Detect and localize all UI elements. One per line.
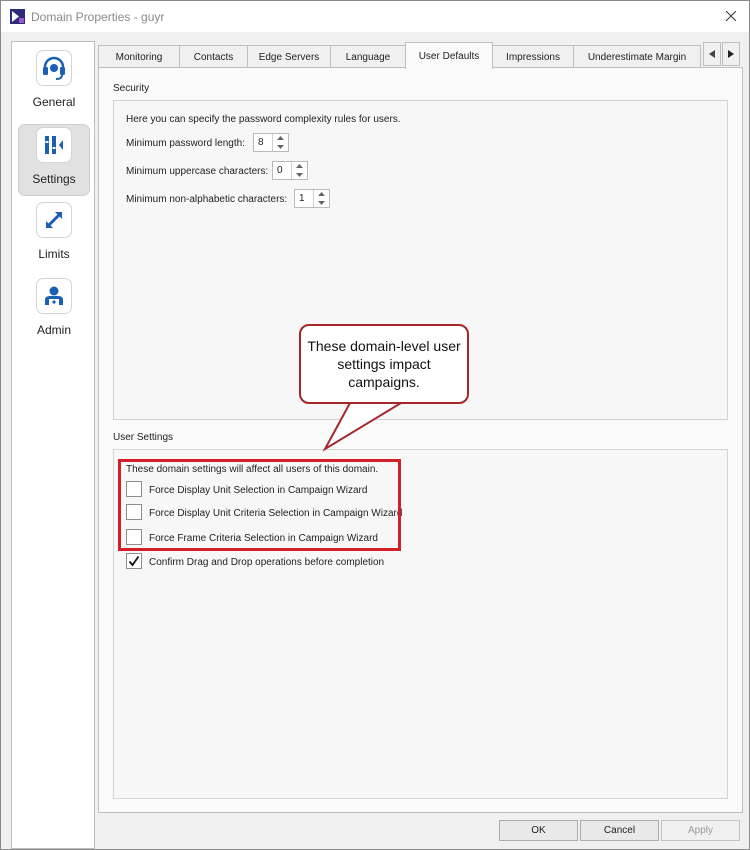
spin-down-button[interactable]	[273, 143, 288, 152]
tab-language[interactable]: Language	[330, 45, 406, 68]
apply-button[interactable]: Apply	[661, 820, 740, 841]
window-title: Domain Properties - guyr	[31, 10, 165, 24]
tab-scroll-right-button[interactable]	[722, 42, 740, 66]
spinner-value: 1	[299, 193, 305, 204]
tab-edge-servers[interactable]: Edge Servers	[247, 45, 331, 68]
tab-user-defaults[interactable]: User Defaults	[405, 42, 493, 69]
tab-label: Underestimate Margin	[587, 51, 687, 63]
headset-icon	[36, 50, 72, 86]
caret-down-icon	[296, 172, 303, 177]
nav-item-settings[interactable]: Settings	[18, 124, 90, 196]
min-uppercase-label: Minimum uppercase characters:	[126, 166, 269, 177]
spin-up-button[interactable]	[273, 134, 288, 143]
settings-sliders-icon	[36, 127, 72, 163]
nav-label: Admin	[36, 323, 71, 337]
app-logo-icon	[10, 9, 25, 24]
nav-item-admin[interactable]: Admin	[18, 276, 90, 348]
ok-button[interactable]: OK	[499, 820, 578, 841]
nav-item-limits[interactable]: Limits	[18, 200, 90, 272]
min-non-alphabetic-label: Minimum non-alphabetic characters:	[126, 194, 288, 205]
confirm-drag-drop-label: Confirm Drag and Drop operations before …	[149, 557, 385, 568]
cancel-button[interactable]: Cancel	[580, 820, 659, 841]
caret-up-icon	[318, 192, 325, 197]
tab-label: User Defaults	[418, 50, 480, 62]
caret-down-icon	[318, 200, 325, 205]
nav-item-general[interactable]: General	[18, 48, 90, 120]
nav-label: General	[32, 95, 76, 109]
min-password-length-spinner[interactable]: 8	[253, 133, 289, 152]
security-description: Here you can specify the password comple…	[126, 114, 401, 125]
title-bar: Domain Properties - guyr	[1, 1, 749, 32]
min-password-length-label: Minimum password length:	[126, 138, 245, 149]
caret-up-icon	[296, 164, 303, 169]
tab-label: Language	[345, 51, 391, 63]
min-uppercase-spinner[interactable]: 0	[272, 161, 308, 180]
close-button[interactable]	[719, 4, 743, 28]
chevron-right-icon	[728, 50, 734, 58]
tab-impressions[interactable]: Impressions	[492, 45, 574, 68]
tab-label: Contacts	[193, 51, 234, 63]
spin-down-button[interactable]	[292, 171, 307, 180]
tab-label: Edge Servers	[258, 51, 320, 63]
security-heading: Security	[113, 83, 150, 94]
spinner-value: 0	[277, 165, 283, 176]
min-non-alphabetic-spinner[interactable]: 1	[294, 189, 330, 208]
confirm-drag-drop-checkbox[interactable]	[126, 553, 142, 569]
tab-strip: Monitoring Contacts Edge Servers Languag…	[98, 42, 742, 69]
ok-button-label: OK	[531, 825, 546, 836]
checkmark-icon	[128, 555, 140, 567]
spinner-value: 8	[258, 137, 264, 148]
spin-up-button[interactable]	[314, 190, 329, 199]
domain-properties-window: Domain Properties - guyr General Setting…	[0, 0, 750, 850]
tab-monitoring[interactable]: Monitoring	[98, 45, 180, 68]
apply-button-label: Apply	[687, 825, 713, 836]
callout-bubble: These domain-level user settings impact …	[299, 324, 469, 404]
highlight-box	[118, 459, 401, 551]
tab-label: Monitoring	[115, 51, 163, 63]
caret-up-icon	[277, 136, 284, 141]
tab-contacts[interactable]: Contacts	[179, 45, 248, 68]
spin-up-button[interactable]	[292, 162, 307, 171]
nav-label: Limits	[38, 247, 70, 261]
admin-user-icon	[36, 278, 72, 314]
caret-down-icon	[277, 144, 284, 149]
tab-underestimate-margin[interactable]: Underestimate Margin	[573, 45, 701, 68]
resize-arrow-icon	[36, 202, 72, 238]
tab-scroll-left-button[interactable]	[703, 42, 721, 66]
chevron-left-icon	[709, 50, 715, 58]
category-nav: General Settings Limits Admin	[11, 41, 95, 849]
callout-text: These domain-level user settings impact …	[307, 338, 461, 390]
spin-down-button[interactable]	[314, 199, 329, 208]
tab-label: Impressions	[506, 51, 560, 63]
close-icon	[726, 11, 736, 21]
cancel-button-label: Cancel	[603, 825, 636, 836]
nav-label: Settings	[32, 172, 76, 186]
user-settings-heading: User Settings	[113, 432, 174, 443]
